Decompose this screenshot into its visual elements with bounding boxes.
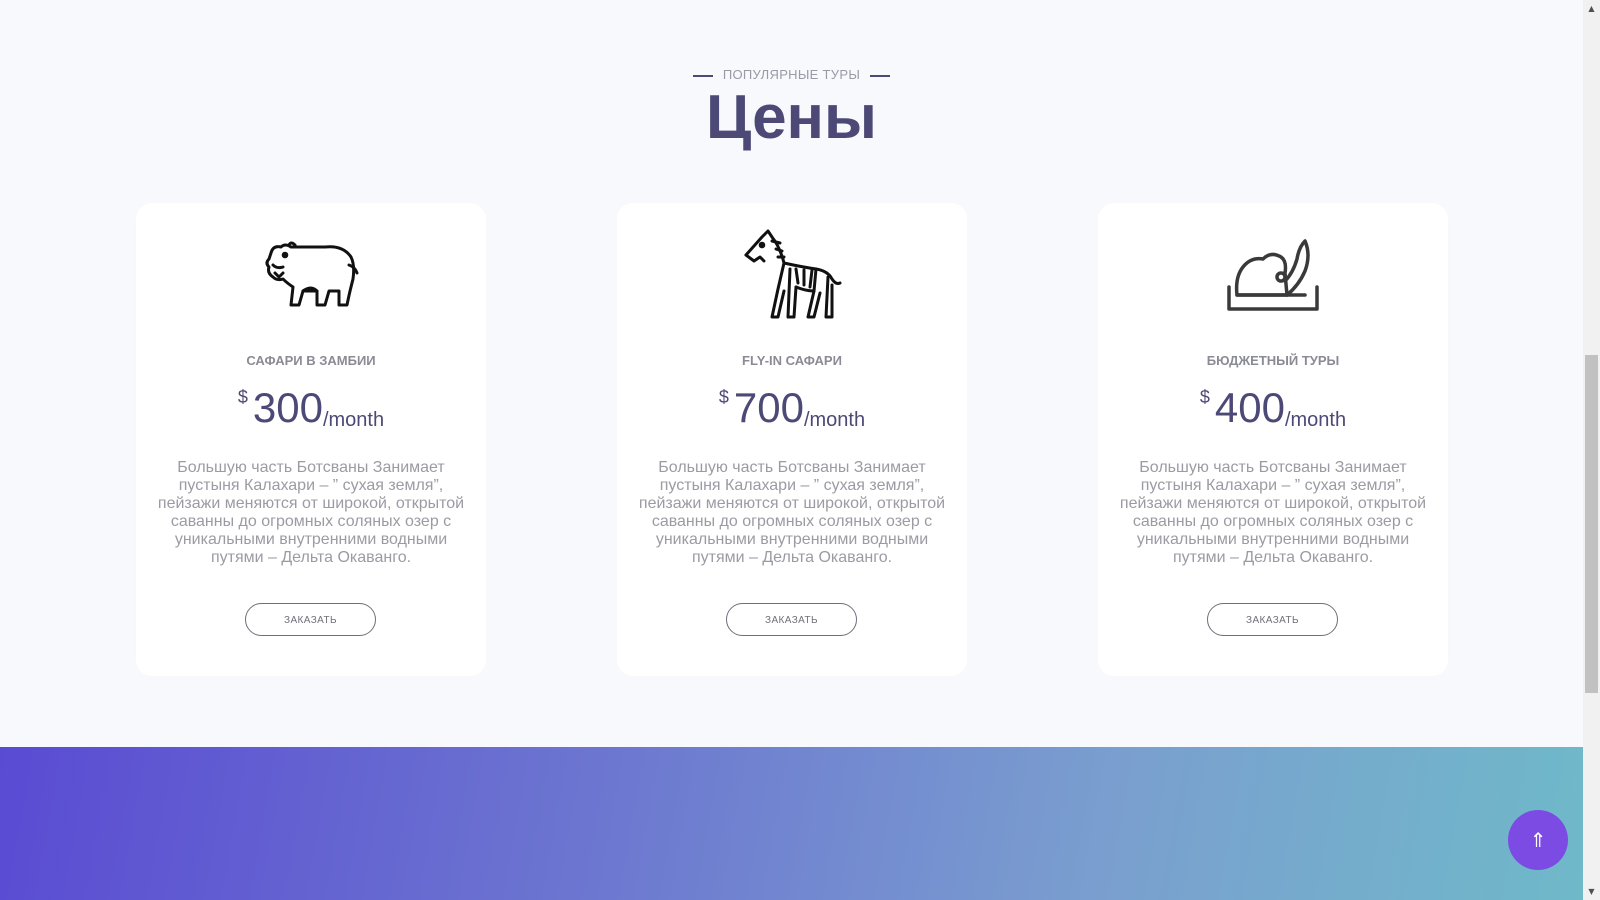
price-amount: 400 [1214, 384, 1285, 431]
pricing-card-fly-in: FLY-IN САФАРИ $ 700 /month Большую часть… [617, 203, 967, 676]
section-subtitle-text: ПОПУЛЯРНЫЕ ТУРЫ [722, 67, 861, 82]
order-button[interactable]: ЗАКАЗАТЬ [245, 603, 376, 636]
card-title: БЮДЖЕТНЫЙ ТУРЫ [1206, 353, 1340, 368]
subtitle-line-right [870, 74, 891, 77]
price-currency: $ [1199, 387, 1210, 407]
card-title: САФАРИ В ЗАМБИИ [246, 353, 376, 368]
order-button[interactable]: ЗАКАЗАТЬ [726, 603, 857, 636]
page: ПОПУЛЯРНЫЕ ТУРЫ Цены САФАРИ В ЗАМБИИ $ 3… [0, 0, 1600, 900]
price-period: /month [1284, 409, 1347, 431]
card-price: $ 700 /month [617, 381, 967, 435]
card-description: Большую часть Ботсваны Занимает пустыня … [157, 459, 465, 566]
scrollbar-thumb[interactable] [1585, 355, 1598, 693]
safari-hat-icon [1098, 225, 1448, 325]
order-button[interactable]: ЗАКАЗАТЬ [1207, 603, 1338, 636]
card-description: Большую часть Ботсваны Занимает пустыня … [1119, 459, 1427, 566]
card-title: FLY-IN САФАРИ [742, 353, 842, 368]
price-amount: 300 [252, 384, 323, 431]
scroll-up-arrow-icon[interactable]: ▲ [1583, 0, 1600, 17]
price-period: /month [322, 409, 385, 431]
gradient-banner [0, 747, 1583, 900]
price-period: /month [803, 409, 866, 431]
price-currency: $ [718, 387, 729, 407]
pricing-card-budget: БЮДЖЕТНЫЙ ТУРЫ $ 400 /month Большую част… [1098, 203, 1448, 676]
price-currency: $ [237, 387, 248, 407]
hippo-icon [136, 225, 486, 325]
section-title: Цены [706, 83, 877, 152]
pricing-card-zambia: САФАРИ В ЗАМБИИ $ 300 /month Большую час… [136, 203, 486, 676]
card-price: $ 400 /month [1098, 381, 1448, 435]
page-scrollbar[interactable]: ▲ ▼ [1583, 0, 1600, 900]
scroll-down-arrow-icon[interactable]: ▼ [1583, 883, 1600, 900]
scroll-to-top-button[interactable]: ⇑ [1508, 810, 1568, 870]
pricing-section: ПОПУЛЯРНЫЕ ТУРЫ Цены САФАРИ В ЗАМБИИ $ 3… [0, 0, 1583, 900]
zebra-icon [617, 225, 967, 325]
section-subtitle: ПОПУЛЯРНЫЕ ТУРЫ [0, 67, 1583, 82]
double-arrow-up-icon: ⇑ [1529, 828, 1547, 852]
subtitle-line-left [692, 74, 713, 77]
card-price: $ 300 /month [136, 381, 486, 435]
card-description: Большую часть Ботсваны Занимает пустыня … [638, 459, 946, 566]
price-amount: 700 [733, 384, 804, 431]
